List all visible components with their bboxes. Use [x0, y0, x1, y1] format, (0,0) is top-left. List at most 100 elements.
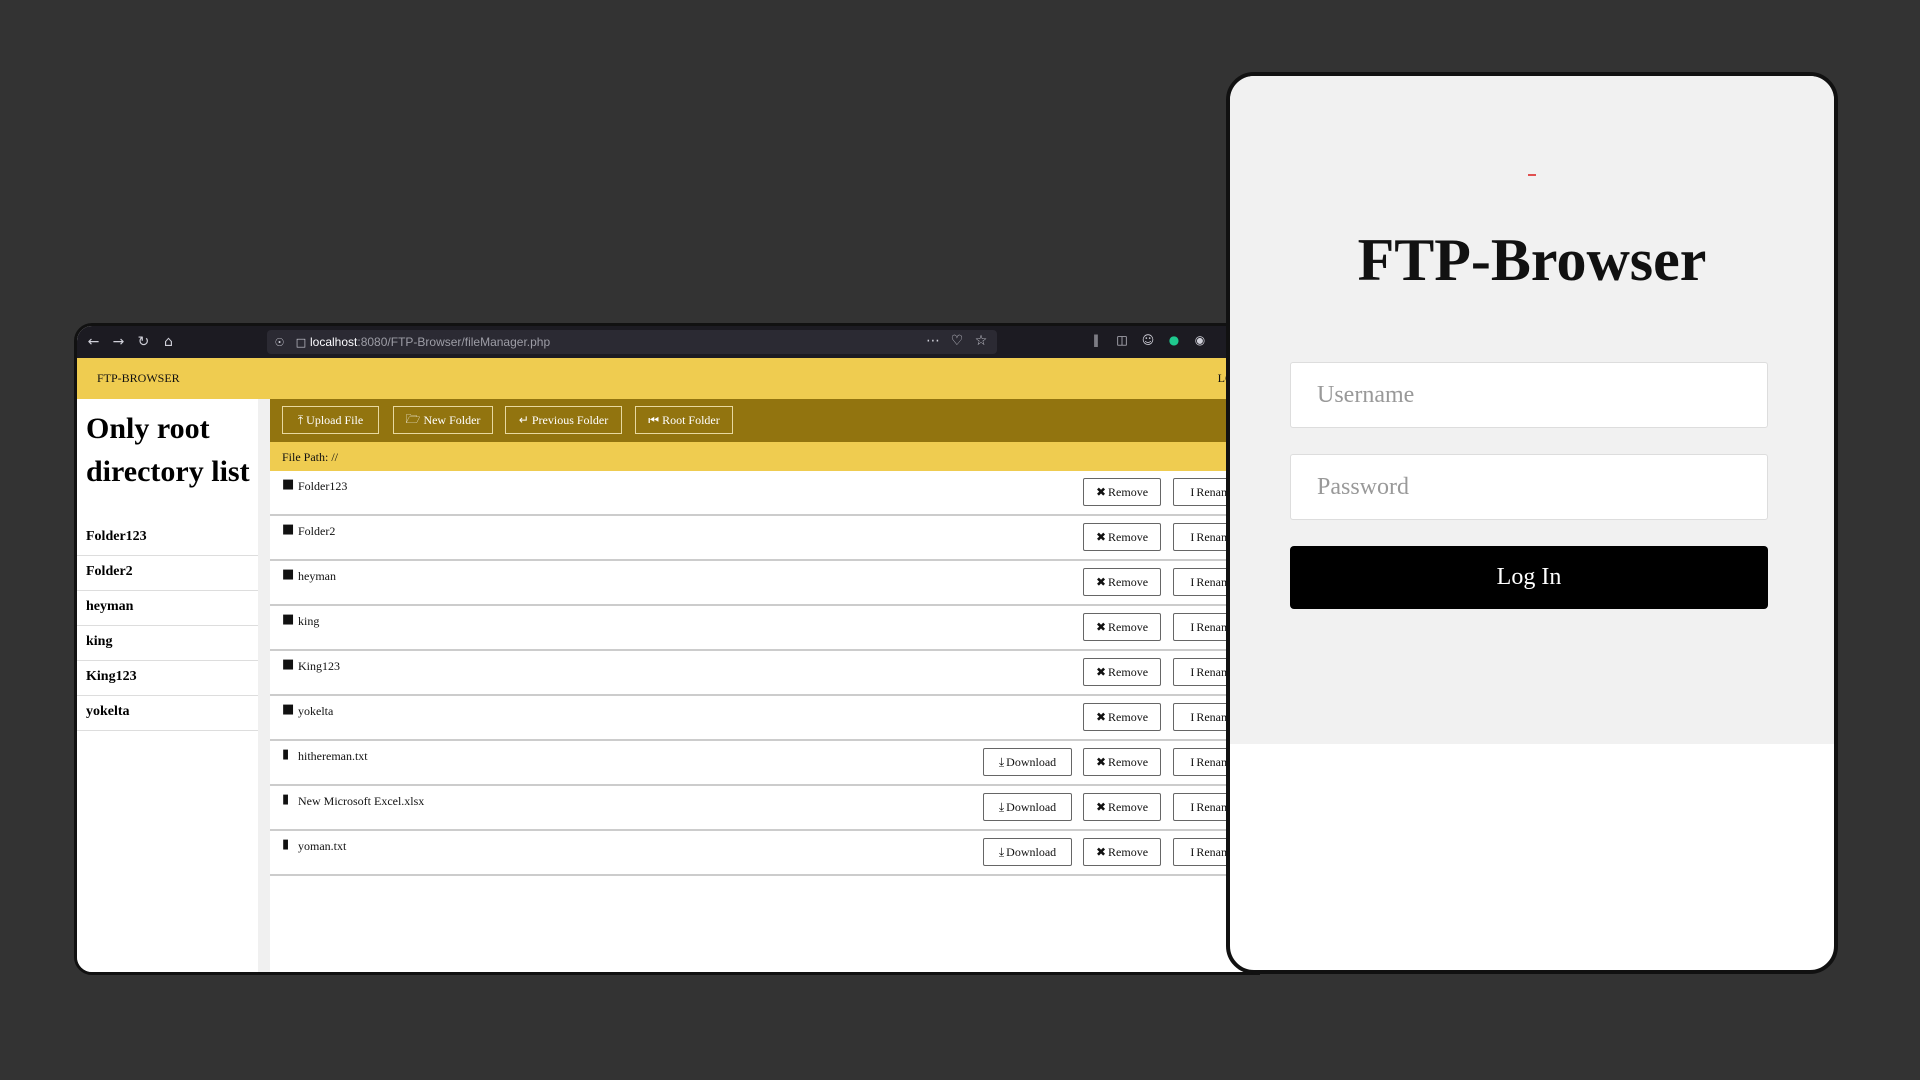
- file-name[interactable]: yokelta: [298, 704, 333, 719]
- pocket-icon[interactable]: ♡: [949, 333, 965, 349]
- login-card: FTP-Browser Log In: [1226, 72, 1838, 974]
- remove-button[interactable]: ✖ Remove: [1083, 748, 1161, 776]
- sidebar: Only root directory list Folder123 Folde…: [77, 399, 258, 972]
- previous-folder-button[interactable]: ↵ Previous Folder: [505, 406, 622, 434]
- file-icon: ▮: [282, 747, 290, 762]
- remove-button[interactable]: ✖ Remove: [1083, 658, 1161, 686]
- download-button[interactable]: ⤓ Download: [983, 748, 1072, 776]
- close-icon: ✖: [1095, 754, 1107, 769]
- list-item: ▮ hithereman.txt ⤓ Download ✖ Remove I Rena…: [270, 741, 1257, 786]
- upload-icon: ⤒: [297, 412, 304, 427]
- action-bar: ⤒ Upload File 🗁 New Folder ↵ Previous Folde…: [270, 399, 1257, 442]
- text-cursor-icon: I: [1190, 619, 1195, 634]
- reply-icon: ↵: [518, 413, 529, 427]
- new-folder-button[interactable]: 🗁 New Folder: [393, 406, 493, 434]
- login-panel: FTP-Browser Log In: [1230, 76, 1834, 744]
- remove-button[interactable]: ✖ Remove: [1083, 703, 1161, 731]
- page-icon: □: [295, 335, 307, 349]
- file-name[interactable]: Folder123: [298, 479, 347, 494]
- file-path: File Path: //: [282, 450, 339, 464]
- browser-window: ← → ↻ ⌂ ☉ □ localhost:8080/FTP-Browser/f…: [74, 323, 1260, 975]
- folder-icon: ■: [282, 522, 295, 537]
- login-title: FTP-Browser: [1357, 227, 1707, 293]
- url-path: :8080/FTP-Browser/fileManager.php: [357, 335, 551, 349]
- remove-button[interactable]: ✖ Remove: [1083, 568, 1161, 596]
- root-folder-button[interactable]: ⏮ Root Folder: [635, 406, 733, 434]
- bookmark-star-icon[interactable]: ☆: [973, 333, 989, 349]
- folder-icon: ■: [282, 657, 295, 672]
- download-button[interactable]: ⤓ Download: [983, 838, 1072, 866]
- more-icon[interactable]: ⋯: [925, 333, 941, 349]
- file-icon: ▮: [282, 792, 290, 807]
- folder-icon: ■: [282, 612, 295, 627]
- account-icon[interactable]: ☺: [1139, 333, 1157, 347]
- list-item: ▮ yoman.txt ⤓ Download ✖ Remove I Rename: [270, 831, 1257, 876]
- remove-button[interactable]: ✖ Remove: [1083, 523, 1161, 551]
- fast-backward-icon: ⏮: [648, 412, 660, 427]
- list-item: ■ Folder123 ✖ Remove I Rename: [270, 471, 1257, 516]
- brand-link[interactable]: FTP-BROWSER: [97, 371, 180, 386]
- list-item: ■ yokelta ✖ Remove I Rename: [270, 696, 1257, 741]
- remove-button[interactable]: ✖ Remove: [1083, 613, 1161, 641]
- file-name[interactable]: King123: [298, 659, 340, 674]
- close-icon: ✖: [1095, 484, 1107, 499]
- sidebar-item-king[interactable]: king: [77, 626, 258, 661]
- close-icon: ✖: [1095, 844, 1107, 859]
- close-icon: ✖: [1095, 619, 1107, 634]
- file-icon: ▮: [282, 837, 290, 852]
- file-name[interactable]: Folder2: [298, 524, 335, 539]
- sidebar-item-folder123[interactable]: Folder123: [77, 521, 258, 556]
- login-button[interactable]: Log In: [1290, 546, 1768, 609]
- text-cursor-icon: I: [1190, 799, 1195, 814]
- download-icon: ⤓: [998, 754, 1005, 769]
- file-name[interactable]: New Microsoft Excel.xlsx: [298, 794, 424, 809]
- text-cursor-icon: I: [1190, 844, 1195, 859]
- list-item: ■ Folder2 ✖ Remove I Rename: [270, 516, 1257, 561]
- sidebar-list: Folder123 Folder2 heyman king King123 yo…: [77, 521, 258, 731]
- sidebar-icon[interactable]: ◫: [1113, 333, 1131, 347]
- text-cursor-icon: I: [1190, 664, 1195, 679]
- accent-mark: [1528, 174, 1536, 176]
- text-cursor-icon: I: [1190, 484, 1195, 499]
- remove-button[interactable]: ✖ Remove: [1083, 838, 1161, 866]
- sidebar-item-yokelta[interactable]: yokelta: [77, 696, 258, 731]
- folder-icon: ■: [282, 477, 295, 492]
- remove-button[interactable]: ✖ Remove: [1083, 793, 1161, 821]
- list-item: ▮ New Microsoft Excel.xlsx ⤓ Download ✖ Re…: [270, 786, 1257, 831]
- file-list: ■ Folder123 ✖ Remove I Rename ■ Folder2 ✖ R…: [270, 471, 1257, 876]
- remove-button[interactable]: ✖ Remove: [1083, 478, 1161, 506]
- library-icon[interactable]: ‖: [1087, 333, 1105, 347]
- address-bar[interactable]: ☉ □ localhost:8080/FTP-Browser/fileManag…: [267, 330, 997, 354]
- file-name[interactable]: hithereman.txt: [298, 749, 368, 764]
- url-host: localhost: [310, 335, 358, 349]
- back-icon[interactable]: ←: [81, 334, 106, 350]
- file-name[interactable]: yoman.txt: [298, 839, 346, 854]
- download-button[interactable]: ⤓ Download: [983, 793, 1072, 821]
- folder-open-icon: 🗁: [405, 411, 421, 426]
- download-icon: ⤓: [998, 799, 1005, 814]
- forward-icon[interactable]: →: [106, 334, 131, 350]
- file-name[interactable]: king: [298, 614, 319, 629]
- folder-icon: ■: [282, 567, 295, 582]
- sidebar-item-heyman[interactable]: heyman: [77, 591, 258, 626]
- password-field[interactable]: [1290, 454, 1768, 520]
- text-cursor-icon: I: [1190, 709, 1195, 724]
- text-cursor-icon: I: [1190, 754, 1195, 769]
- upload-file-button[interactable]: ⤒ Upload File: [282, 406, 379, 434]
- username-field[interactable]: [1290, 362, 1768, 428]
- sidebar-item-folder2[interactable]: Folder2: [77, 556, 258, 591]
- list-item: ■ heyman ✖ Remove I Rename: [270, 561, 1257, 606]
- github-icon[interactable]: ◉: [1191, 333, 1209, 347]
- close-icon: ✖: [1095, 799, 1107, 814]
- reload-icon[interactable]: ↻: [131, 334, 156, 350]
- extension-icon[interactable]: ●: [1165, 333, 1183, 347]
- sidebar-scrollbar[interactable]: [258, 399, 270, 972]
- file-manager: ⤒ Upload File 🗁 New Folder ↵ Previous Folde…: [270, 399, 1257, 972]
- sidebar-item-king123[interactable]: King123: [77, 661, 258, 696]
- file-name[interactable]: heyman: [298, 569, 336, 584]
- shield-icon: ☉: [274, 335, 285, 349]
- list-item: ■ king ✖ Remove I Rename: [270, 606, 1257, 651]
- download-icon: ⤓: [998, 844, 1005, 859]
- app-header: FTP-BROWSER LOGOUT: [77, 358, 1257, 399]
- home-icon[interactable]: ⌂: [156, 334, 181, 350]
